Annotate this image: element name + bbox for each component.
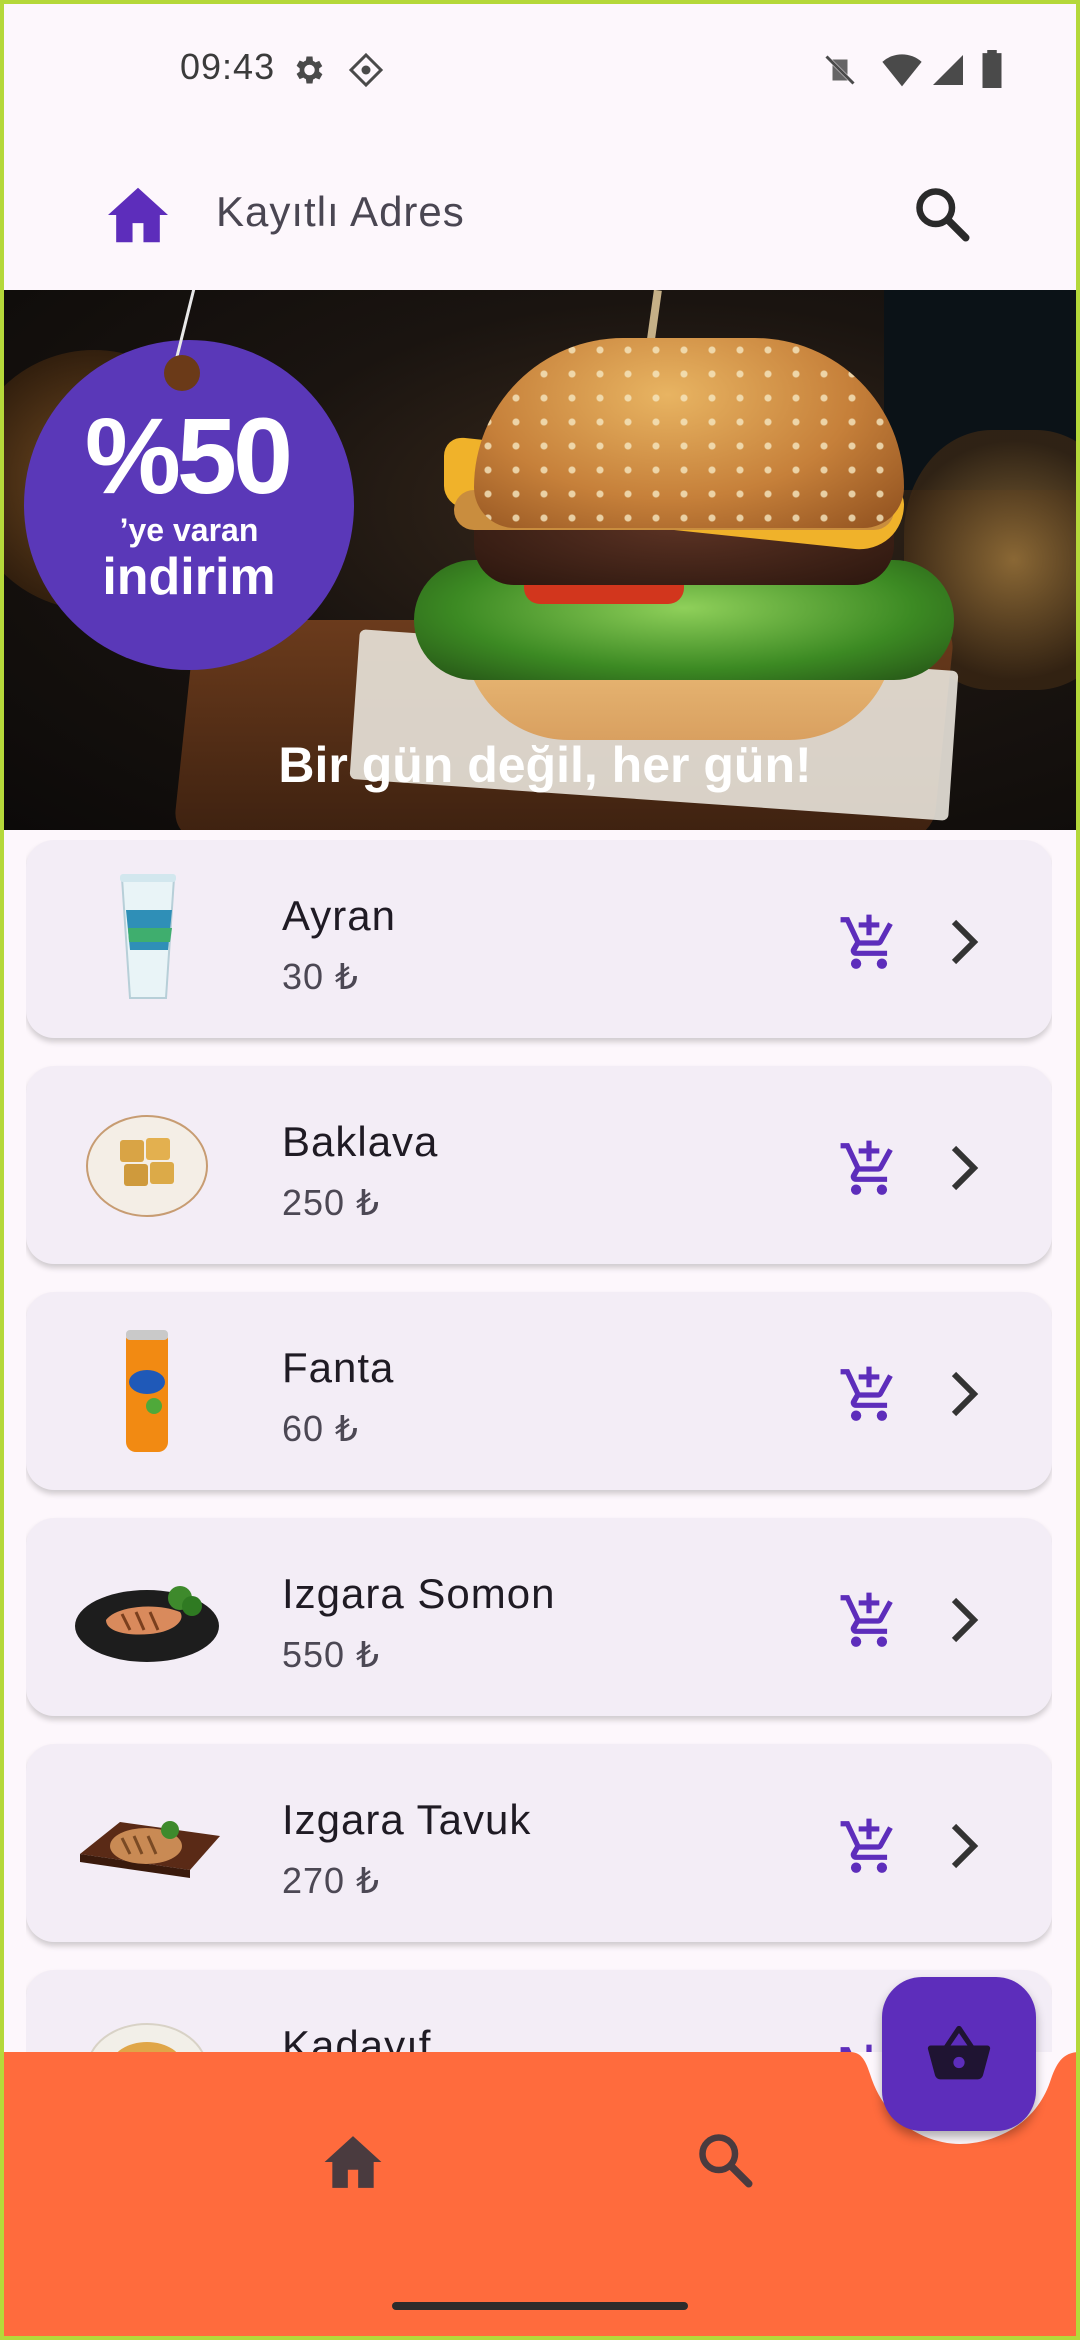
discount-suffix: ’ye varan bbox=[119, 512, 259, 548]
product-name: Ayran bbox=[282, 892, 396, 939]
fanta-can-image bbox=[126, 1330, 168, 1452]
add-shopping-cart-icon[interactable] bbox=[838, 1816, 900, 1878]
chevron-right-icon[interactable] bbox=[944, 1368, 984, 1420]
wifi-icon bbox=[882, 54, 922, 87]
chevron-right-icon[interactable] bbox=[944, 1142, 984, 1194]
baklava-plate-image bbox=[86, 1115, 208, 1217]
chevron-right-icon[interactable] bbox=[944, 1820, 984, 1872]
home-icon[interactable] bbox=[105, 185, 171, 245]
product-name: Kadayıf bbox=[282, 2022, 432, 2052]
product-name: Izgara Tavuk bbox=[282, 1796, 532, 1843]
add-shopping-cart-icon[interactable] bbox=[838, 1590, 900, 1652]
status-time: 09:43 bbox=[180, 46, 276, 87]
product-price: 30 ₺ bbox=[282, 956, 359, 997]
product-card-fanta[interactable]: Fanta 60 ₺ bbox=[26, 1292, 1052, 1490]
add-shopping-cart-icon[interactable] bbox=[838, 1364, 900, 1426]
discount-value: %50 bbox=[84, 395, 293, 516]
kadayif-image bbox=[90, 2023, 204, 2052]
product-card-baklava[interactable]: Baklava 250 ₺ bbox=[26, 1066, 1052, 1264]
shopping-basket-icon bbox=[927, 2025, 991, 2080]
product-list[interactable]: Ayran 30 ₺ Baklava 250 ₺ Fanta 60 ₺ Izga… bbox=[26, 840, 1052, 2052]
promo-banner[interactable]: %50 ’ye varan indirim Bir gün değil, her… bbox=[4, 290, 1076, 830]
grilled-salmon-image bbox=[75, 1586, 219, 1662]
settings-icon bbox=[296, 56, 323, 84]
product-card-ayran[interactable]: Ayran 30 ₺ bbox=[26, 840, 1052, 1038]
product-card-izgara-somon[interactable]: Izgara Somon 550 ₺ bbox=[26, 1518, 1052, 1716]
search-icon[interactable] bbox=[912, 184, 972, 244]
basket-fab[interactable] bbox=[882, 1977, 1036, 2131]
ayran-cup-image bbox=[120, 874, 176, 999]
battery-icon bbox=[982, 50, 1002, 88]
debug-icon bbox=[348, 52, 384, 88]
banner-slogan: Bir gün değil, her gün! bbox=[278, 737, 812, 793]
add-shopping-cart-icon[interactable] bbox=[838, 1138, 900, 1200]
vibrate-off-icon bbox=[825, 55, 855, 85]
product-price: 550 ₺ bbox=[282, 1634, 380, 1675]
product-name: Baklava bbox=[282, 1118, 439, 1165]
product-card-izgara-tavuk[interactable]: Izgara Tavuk 270 ₺ bbox=[26, 1744, 1052, 1942]
status-bar: 09:43 bbox=[0, 0, 1080, 140]
home-icon[interactable] bbox=[322, 2132, 384, 2192]
saved-address-title[interactable]: Kayıtlı Adres bbox=[216, 188, 465, 236]
add-shopping-cart-icon[interactable] bbox=[838, 912, 900, 974]
gesture-handle bbox=[392, 2302, 688, 2310]
cellular-signal-icon bbox=[933, 55, 963, 85]
product-name: Izgara Somon bbox=[282, 1570, 556, 1617]
tag-hole bbox=[164, 355, 200, 391]
grilled-chicken-image bbox=[80, 1821, 220, 1878]
chevron-right-icon[interactable] bbox=[944, 1594, 984, 1646]
product-price: 250 ₺ bbox=[282, 1182, 380, 1223]
discount-word: indirim bbox=[102, 548, 276, 606]
burger-top-bun bbox=[474, 338, 904, 528]
product-price: 60 ₺ bbox=[282, 1408, 359, 1449]
search-icon[interactable] bbox=[695, 2130, 755, 2190]
app-bar: Kayıtlı Adres bbox=[0, 140, 1080, 290]
product-price: 270 ₺ bbox=[282, 1860, 380, 1901]
product-name: Fanta bbox=[282, 1344, 395, 1391]
chevron-right-icon[interactable] bbox=[944, 916, 984, 968]
